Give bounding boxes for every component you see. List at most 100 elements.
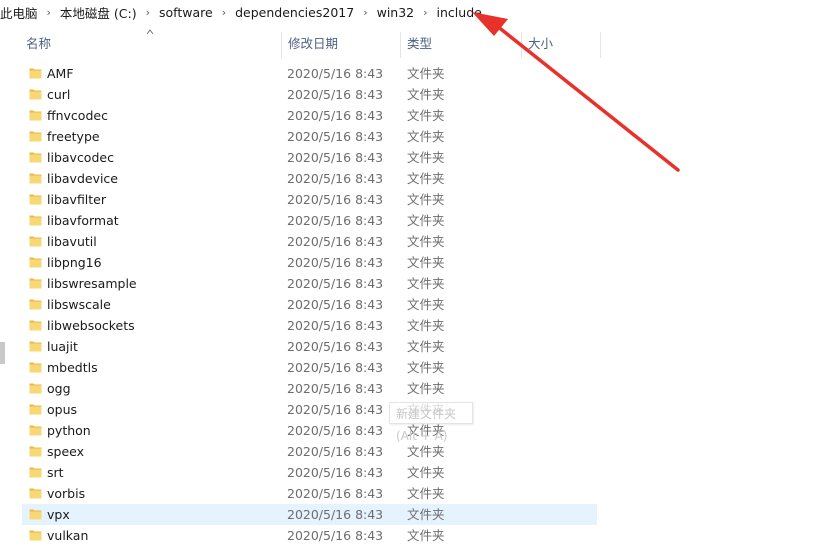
file-name: libwebsockets xyxy=(47,318,135,333)
breadcrumb-item-this-pc[interactable]: 此电脑 xyxy=(0,3,42,22)
file-modified-date: 2020/5/16 8:43 xyxy=(287,276,384,291)
breadcrumb: 此电脑 › 本地磁盘 (C:) › software › dependencie… xyxy=(0,0,819,25)
chevron-right-icon[interactable]: › xyxy=(141,6,155,19)
file-name: AMF xyxy=(47,66,74,81)
column-header-row: 名称 修改日期 类型 大小 xyxy=(0,24,819,62)
column-header-size[interactable]: 大小 xyxy=(528,24,553,62)
file-name: vpx xyxy=(47,507,70,522)
file-row[interactable]: luajit 2020/5/16 8:43 文件夹 xyxy=(22,336,597,357)
file-row[interactable]: ffnvcodec 2020/5/16 8:43 文件夹 xyxy=(22,105,597,126)
chevron-right-icon[interactable]: › xyxy=(418,6,432,19)
file-name: libavformat xyxy=(47,213,119,228)
file-row[interactable]: vpx 2020/5/16 8:43 文件夹 xyxy=(22,504,597,525)
folder-icon xyxy=(29,299,42,310)
folder-icon xyxy=(29,236,42,247)
chevron-right-icon[interactable]: › xyxy=(42,6,56,19)
file-type: 文件夹 xyxy=(407,66,445,81)
file-type: 文件夹 xyxy=(407,234,445,249)
file-row[interactable]: mbedtls 2020/5/16 8:43 文件夹 xyxy=(22,357,597,378)
file-modified-date: 2020/5/16 8:43 xyxy=(287,465,384,480)
file-type: 文件夹 xyxy=(407,297,445,312)
folder-icon xyxy=(29,341,42,352)
file-name: luajit xyxy=(47,339,78,354)
sort-ascending-icon xyxy=(146,29,154,35)
file-type: 文件夹 xyxy=(407,255,445,270)
file-row[interactable]: python2020/5/16 8:43文件夹 xyxy=(22,420,597,441)
file-modified-date: 2020/5/16 8:43 xyxy=(287,255,384,270)
file-type: 文件夹 xyxy=(407,465,445,480)
file-row[interactable]: libavdevice 2020/5/16 8:43 文件夹 xyxy=(22,168,597,189)
column-header-type[interactable]: 类型 xyxy=(407,24,432,62)
folder-icon xyxy=(29,215,42,226)
file-name: libavdevice xyxy=(47,171,118,186)
folder-icon xyxy=(29,152,42,163)
chevron-right-icon[interactable]: › xyxy=(358,6,372,19)
file-row[interactable]: libavutil 2020/5/16 8:43 文件夹 xyxy=(22,231,597,252)
file-row[interactable]: libavfilter 2020/5/16 8:43 文件夹 xyxy=(22,189,597,210)
breadcrumb-item-include[interactable]: include xyxy=(433,5,486,20)
column-header-date[interactable]: 修改日期 xyxy=(288,24,338,62)
file-modified-date: 2020/5/16 8:43 xyxy=(287,339,384,354)
navigation-pane-scrollbar[interactable] xyxy=(0,342,5,364)
file-type: 文件夹 xyxy=(407,213,445,228)
file-modified-date: 2020/5/16 8:43 xyxy=(287,381,384,396)
file-row[interactable]: libavformat 2020/5/16 8:43 文件夹 xyxy=(22,210,597,231)
file-row[interactable]: AMF 2020/5/16 8:43 文件夹 xyxy=(22,63,597,84)
folder-icon xyxy=(29,194,42,205)
file-type: 文件夹 xyxy=(407,528,445,543)
file-modified-date: 2020/5/16 8:43 xyxy=(287,402,384,417)
folder-icon xyxy=(29,320,42,331)
file-row[interactable]: curl 2020/5/16 8:43 文件夹 xyxy=(22,84,597,105)
column-divider[interactable] xyxy=(281,32,282,58)
column-divider[interactable] xyxy=(600,32,601,58)
chevron-right-icon[interactable]: › xyxy=(217,6,231,19)
file-row[interactable]: libwebsockets 2020/5/16 8:43 文件夹 xyxy=(22,315,597,336)
file-modified-date: 2020/5/16 8:43 xyxy=(287,150,384,165)
file-row[interactable]: vulkan 2020/5/16 8:43 文件夹 xyxy=(22,525,597,546)
breadcrumb-item-win32[interactable]: win32 xyxy=(373,5,419,20)
file-row[interactable]: opus2020/5/16 8:43文件夹 xyxy=(22,399,597,420)
file-modified-date: 2020/5/16 8:43 xyxy=(287,213,384,228)
file-type: 文件夹 xyxy=(407,381,445,396)
column-divider[interactable] xyxy=(521,32,522,58)
file-row[interactable]: libavcodec 2020/5/16 8:43 文件夹 xyxy=(22,147,597,168)
file-name: libavfilter xyxy=(47,192,107,207)
file-modified-date: 2020/5/16 8:43 xyxy=(287,192,384,207)
file-explorer-window: 此电脑 › 本地磁盘 (C:) › software › dependencie… xyxy=(0,0,819,554)
file-row[interactable]: vorbis 2020/5/16 8:43 文件夹 xyxy=(22,483,597,504)
breadcrumb-item-software[interactable]: software xyxy=(155,5,217,20)
file-name: libpng16 xyxy=(47,255,102,270)
column-header-name[interactable]: 名称 xyxy=(26,24,51,62)
file-type: 文件夹 xyxy=(407,486,445,501)
file-type: 文件夹 xyxy=(407,108,445,123)
folder-icon xyxy=(29,110,42,121)
file-row[interactable]: freetype 2020/5/16 8:43 文件夹 xyxy=(22,126,597,147)
folder-icon xyxy=(29,467,42,478)
file-row[interactable]: ogg 2020/5/16 8:43 文件夹 xyxy=(22,378,597,399)
folder-icon xyxy=(29,278,42,289)
breadcrumb-item-local-disk[interactable]: 本地磁盘 (C:) xyxy=(56,3,141,22)
file-name: libavutil xyxy=(47,234,97,249)
file-type: 文件夹 xyxy=(407,192,445,207)
breadcrumb-item-dependencies2017[interactable]: dependencies2017 xyxy=(231,5,358,20)
navigation-pane-edge xyxy=(0,24,4,554)
file-type: 文件夹 xyxy=(407,507,445,522)
file-name: vorbis xyxy=(47,486,86,501)
folder-icon xyxy=(29,509,42,520)
file-modified-date: 2020/5/16 8:43 xyxy=(287,87,384,102)
new-folder-tooltip: 新建文件夹 (Alt + A) xyxy=(389,402,473,443)
file-row[interactable]: libpng16 2020/5/16 8:43 文件夹 xyxy=(22,252,597,273)
file-row[interactable]: srt 2020/5/16 8:43 文件夹 xyxy=(22,462,597,483)
column-divider[interactable] xyxy=(400,32,401,58)
file-name: srt xyxy=(47,465,64,480)
file-modified-date: 2020/5/16 8:43 xyxy=(287,444,384,459)
folder-icon xyxy=(29,425,42,436)
file-type: 文件夹 xyxy=(407,276,445,291)
folder-icon xyxy=(29,488,42,499)
file-modified-date: 2020/5/16 8:43 xyxy=(287,171,384,186)
file-row[interactable]: libswscale 2020/5/16 8:43 文件夹 xyxy=(22,294,597,315)
file-modified-date: 2020/5/16 8:43 xyxy=(287,360,384,375)
file-row[interactable]: libswresample 2020/5/16 8:43 文件夹 xyxy=(22,273,597,294)
file-type: 文件夹 xyxy=(407,339,445,354)
file-row[interactable]: speex 2020/5/16 8:43 文件夹 xyxy=(22,441,597,462)
